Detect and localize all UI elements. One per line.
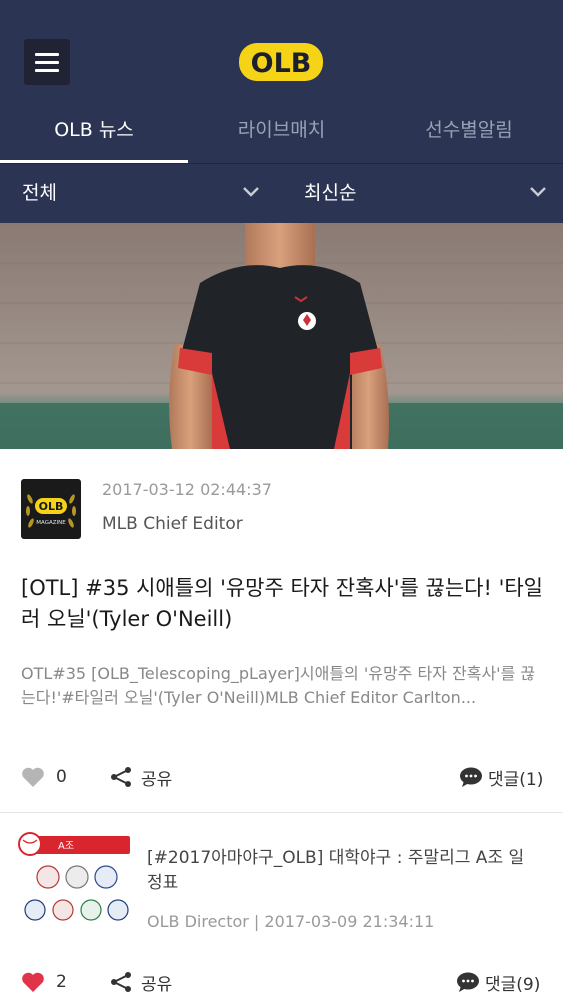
category-dropdown[interactable]: 전체 — [22, 164, 57, 222]
olb-logo[interactable]: OLB — [238, 42, 324, 82]
logo-text: OLB — [251, 48, 312, 79]
article-title[interactable]: [#2017아마야구_OLB] 대학야구 : 주말리그 A조 일정표 — [147, 846, 537, 896]
article-excerpt[interactable]: OTL#35 [OLB_Telescoping_pLayer]시애틀의 '유망주… — [21, 662, 546, 710]
chevron-down-icon[interactable] — [242, 186, 260, 198]
article-actions: 2 공유 댓글(9) — [0, 962, 563, 1002]
article-thumbnail[interactable]: A조 — [18, 832, 130, 932]
menu-icon-bar — [35, 60, 59, 64]
share-label: 공유 — [141, 974, 173, 995]
like-count: 2 — [56, 972, 67, 992]
article-divider — [0, 812, 563, 813]
heart-icon — [22, 767, 44, 787]
article-author[interactable]: MLB Chief Editor — [102, 514, 243, 534]
menu-icon-bar — [35, 52, 59, 56]
comment-bubble-icon — [457, 972, 479, 992]
share-icon — [111, 972, 131, 992]
article-meta: OLB Director | 2017-03-09 21:34:11 — [147, 912, 435, 931]
tab-player-alerts[interactable]: 선수별알림 — [375, 105, 563, 163]
svg-text:OLB: OLB — [39, 500, 64, 513]
app-header: OLB — [0, 0, 563, 105]
author-avatar[interactable]: OLB MAGAZINE — [21, 479, 81, 539]
tab-olb-news[interactable]: OLB 뉴스 — [0, 105, 188, 163]
article-hero-image[interactable] — [0, 223, 563, 449]
filter-bar: 전체 최신순 — [0, 163, 563, 223]
article-actions: 0 공유 댓글(1) — [0, 757, 563, 797]
comment-count: 댓글(1) — [488, 769, 544, 790]
hamburger-menu-button[interactable] — [24, 39, 70, 85]
chevron-down-icon[interactable] — [529, 186, 547, 198]
comment-bubble-icon — [460, 767, 482, 787]
tab-live-match[interactable]: 라이브매치 — [188, 105, 375, 163]
like-count: 0 — [56, 767, 67, 787]
sort-dropdown[interactable]: 최신순 — [304, 164, 356, 222]
heart-icon — [22, 972, 44, 992]
like-button[interactable]: 2 — [21, 962, 67, 1002]
share-icon — [111, 767, 131, 787]
comments-button[interactable]: 댓글(1) — [459, 757, 543, 797]
svg-text:A조: A조 — [58, 841, 74, 852]
like-button[interactable]: 0 — [21, 757, 67, 797]
comment-count: 댓글(9) — [485, 974, 541, 995]
article-date: 2017-03-12 02:44:37 — [102, 480, 272, 499]
main-tabs: OLB 뉴스 라이브매치 선수별알림 — [0, 105, 563, 164]
article-title[interactable]: [OTL] #35 시애틀의 '유망주 타자 잔혹사'를 끊는다! '타일러 오… — [21, 573, 546, 635]
svg-text:MAGAZINE: MAGAZINE — [36, 520, 66, 526]
share-button[interactable]: 공유 — [109, 757, 172, 797]
menu-icon-bar — [35, 68, 59, 72]
share-button[interactable]: 공유 — [109, 962, 172, 1002]
share-label: 공유 — [141, 769, 173, 790]
comments-button[interactable]: 댓글(9) — [456, 962, 540, 1002]
